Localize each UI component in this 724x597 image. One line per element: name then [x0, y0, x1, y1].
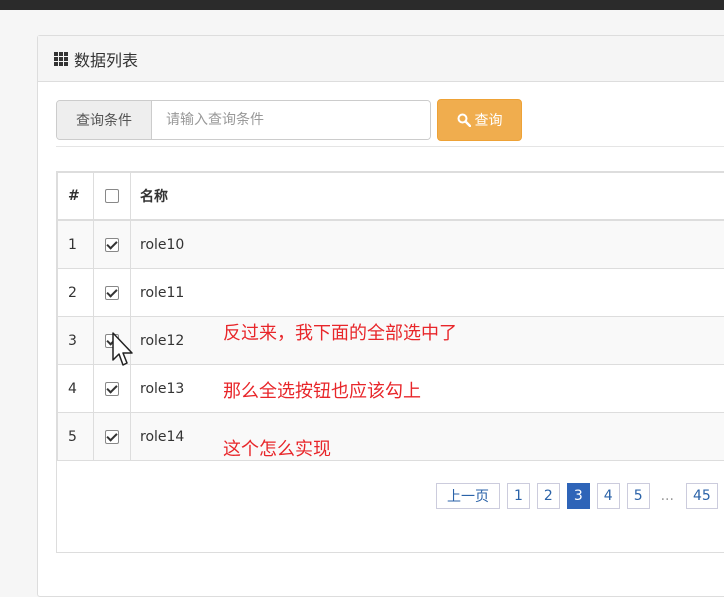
row-index: 1: [58, 220, 94, 269]
row-checkbox[interactable]: [105, 382, 119, 396]
row-index: 2: [58, 269, 94, 317]
row-index: 5: [58, 413, 94, 461]
top-bar: [0, 0, 724, 10]
row-name: role10: [131, 220, 724, 269]
search-addon-label: 查询条件: [57, 101, 152, 139]
annotation-line-3: 这个怎么实现: [223, 435, 331, 461]
row-name: role13: [131, 365, 724, 413]
annotation-line-2: 那么全选按钮也应该勾上: [223, 377, 421, 403]
search-input-group: 查询条件: [56, 100, 431, 140]
table-row: 2 role11: [58, 269, 724, 317]
row-checkbox[interactable]: [105, 238, 119, 252]
search-button-label: 查询: [475, 110, 503, 130]
data-list-panel: 数据列表 查询条件 查询 # 名称: [37, 35, 724, 597]
grid-icon: [54, 52, 68, 66]
select-all-checkbox[interactable]: [105, 189, 119, 203]
pagination-ellipsis: ...: [661, 488, 674, 504]
header-index: #: [58, 173, 94, 221]
header-select-all: [94, 173, 131, 221]
row-checkbox[interactable]: [105, 430, 119, 444]
panel-title: 数据列表: [74, 47, 138, 71]
header-name: 名称: [131, 173, 724, 221]
page-button-1[interactable]: 1: [507, 483, 530, 509]
row-index: 3: [58, 317, 94, 365]
row-checkbox[interactable]: [105, 286, 119, 300]
row-name: role14: [131, 413, 724, 461]
pagination: 上一页 1 2 3 4 5 ... 45: [436, 483, 724, 509]
page-button-4[interactable]: 4: [597, 483, 620, 509]
page-button-3[interactable]: 3: [567, 483, 590, 509]
search-icon: [457, 113, 471, 127]
search-input[interactable]: [152, 101, 430, 139]
row-name: role11: [131, 269, 724, 317]
data-table: # 名称 1 role10 2 role11: [57, 172, 724, 461]
divider: [56, 146, 724, 147]
row-index: 4: [58, 365, 94, 413]
table-row: 5 role14: [58, 413, 724, 461]
annotation-line-1: 反过来，我下面的全部选中了: [223, 319, 457, 345]
page-button-5[interactable]: 5: [627, 483, 650, 509]
search-button[interactable]: 查询: [437, 99, 522, 141]
table-header-row: # 名称: [58, 173, 724, 221]
page-button-last[interactable]: 45: [686, 483, 718, 509]
search-form: 查询条件 查询: [56, 99, 522, 141]
panel-heading: 数据列表: [38, 36, 724, 82]
mouse-cursor-icon: [112, 332, 136, 368]
page-button-2[interactable]: 2: [537, 483, 560, 509]
prev-page-button[interactable]: 上一页: [436, 483, 500, 509]
table-row: 1 role10: [58, 220, 724, 269]
